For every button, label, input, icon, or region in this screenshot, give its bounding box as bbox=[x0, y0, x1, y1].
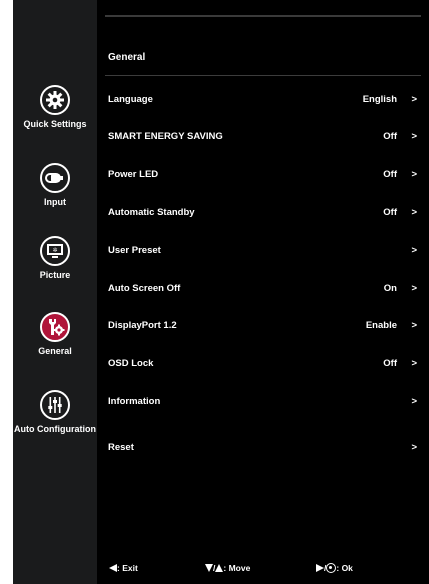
row-label: DisplayPort 1.2 bbox=[108, 320, 177, 331]
row-label: Information bbox=[108, 396, 161, 407]
row-value: Off bbox=[383, 169, 397, 180]
section-divider bbox=[105, 75, 421, 76]
move-label: : Move bbox=[223, 563, 251, 573]
row-value: On bbox=[383, 283, 397, 294]
chevron-right-icon: > bbox=[411, 283, 417, 294]
monitor-icon: ✲ bbox=[40, 236, 70, 266]
row-label: OSD Lock bbox=[108, 358, 154, 369]
chevron-right-icon: > bbox=[411, 396, 417, 407]
left-arrow-icon bbox=[109, 564, 117, 572]
chevron-right-icon: > bbox=[411, 320, 417, 331]
row-label: SMART ENERGY SAVING bbox=[108, 131, 223, 142]
menu-row-language[interactable]: Language English > bbox=[108, 92, 419, 108]
row-value: Off bbox=[383, 131, 397, 142]
sidebar-item-label: Picture bbox=[39, 270, 71, 280]
sidebar-item-input[interactable]: Input bbox=[13, 163, 97, 208]
menu-row-osd-lock[interactable]: OSD Lock Off > bbox=[108, 356, 419, 372]
sidebar-item-general[interactable]: General bbox=[13, 312, 97, 357]
row-value: Off bbox=[383, 207, 397, 218]
sliders-icon bbox=[40, 390, 70, 420]
menu-row-user-preset[interactable]: User Preset > bbox=[108, 243, 419, 259]
input-plug-icon bbox=[40, 163, 70, 193]
row-value: Off bbox=[383, 358, 397, 369]
osd-menu: Quick Settings Input ✲ Picture General A… bbox=[0, 0, 429, 584]
chevron-right-icon: > bbox=[411, 131, 417, 142]
menu-row-displayport[interactable]: DisplayPort 1.2 Enable > bbox=[108, 318, 419, 334]
section-title: General bbox=[108, 52, 146, 63]
menu-row-automatic-standby[interactable]: Automatic Standby Off > bbox=[108, 205, 419, 221]
ok-hint: /: Ok bbox=[316, 563, 353, 573]
exit-hint: : Exit bbox=[109, 563, 138, 573]
chevron-right-icon: > bbox=[411, 358, 417, 369]
row-label: Power LED bbox=[108, 169, 159, 180]
sidebar: Quick Settings Input ✲ Picture General A… bbox=[13, 0, 97, 584]
right-arrow-icon bbox=[316, 564, 324, 572]
row-label: Auto Screen Off bbox=[108, 283, 181, 294]
sidebar-item-label: Input bbox=[44, 197, 66, 207]
menu-row-information[interactable]: Information > bbox=[108, 394, 419, 410]
chevron-right-icon: > bbox=[411, 207, 417, 218]
footer-hints: : Exit /: Move /: Ok bbox=[97, 563, 429, 577]
menu-row-power-led[interactable]: Power LED Off > bbox=[108, 167, 419, 183]
row-label: Language bbox=[108, 94, 153, 105]
sidebar-item-label: Quick Settings bbox=[23, 119, 87, 129]
menu-row-auto-screen-off[interactable]: Auto Screen Off On > bbox=[108, 281, 419, 297]
row-label: User Preset bbox=[108, 245, 161, 256]
chevron-right-icon: > bbox=[411, 442, 417, 453]
sidebar-item-label: General bbox=[38, 346, 72, 356]
row-value: Enable bbox=[365, 320, 397, 331]
top-divider bbox=[105, 15, 421, 17]
row-value: English bbox=[362, 94, 397, 105]
move-hint: /: Move bbox=[205, 563, 250, 573]
gear-icon bbox=[40, 85, 70, 115]
wrench-gear-icon bbox=[40, 312, 70, 342]
menu-row-smart-energy-saving[interactable]: SMART ENERGY SAVING Off > bbox=[108, 129, 419, 145]
menu-row-reset[interactable]: Reset > bbox=[108, 440, 419, 456]
sidebar-item-quick-settings[interactable]: Quick Settings bbox=[13, 85, 97, 130]
exit-label: : Exit bbox=[117, 563, 138, 573]
sidebar-item-auto-configuration[interactable]: Auto Configuration bbox=[13, 390, 97, 435]
sidebar-item-label: Auto Configuration bbox=[14, 424, 96, 434]
row-label: Automatic Standby bbox=[108, 207, 195, 218]
chevron-right-icon: > bbox=[411, 169, 417, 180]
sidebar-item-picture[interactable]: ✲ Picture bbox=[13, 236, 97, 281]
joystick-button-icon bbox=[326, 563, 337, 573]
row-label: Reset bbox=[108, 442, 134, 453]
main-panel: General Language English > SMART ENERGY … bbox=[97, 0, 429, 584]
ok-label: : Ok bbox=[336, 563, 353, 573]
down-arrow-icon bbox=[205, 564, 213, 572]
svg-text:✲: ✲ bbox=[52, 247, 57, 254]
chevron-right-icon: > bbox=[411, 94, 417, 105]
chevron-right-icon: > bbox=[411, 245, 417, 256]
